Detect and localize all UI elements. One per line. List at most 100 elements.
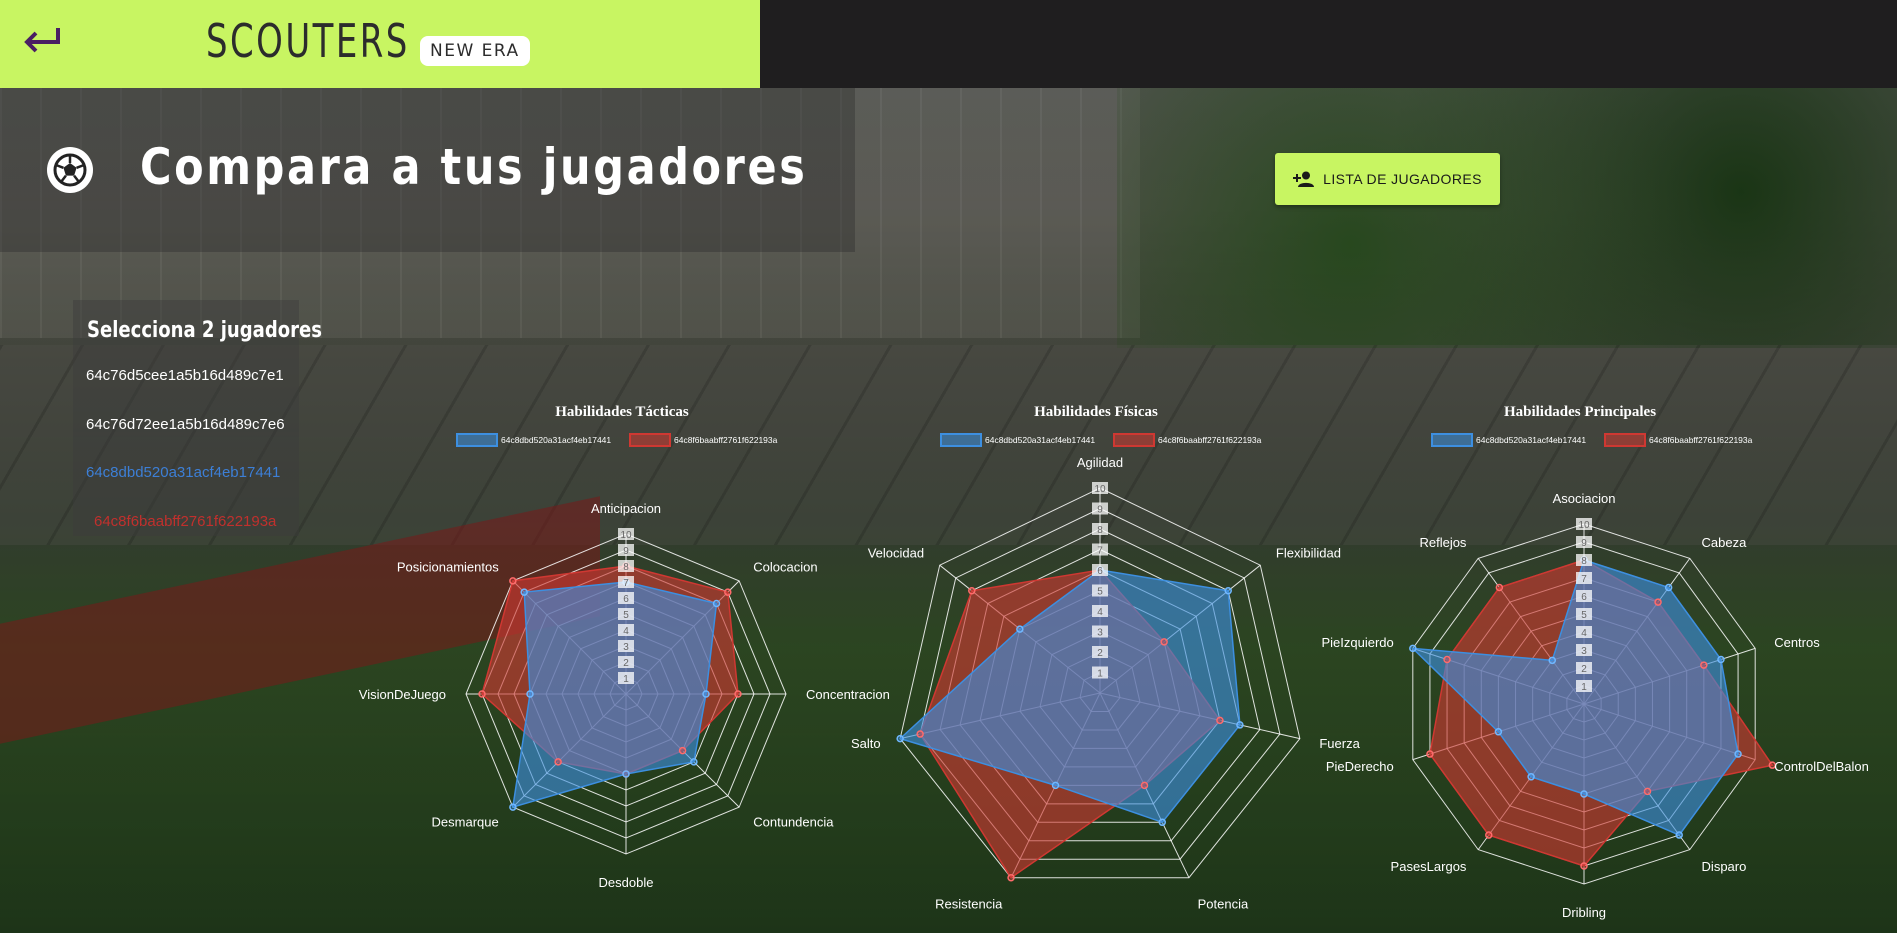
tick-label: 5	[623, 610, 629, 621]
data-point[interactable]	[690, 758, 698, 766]
data-point[interactable]	[1216, 716, 1224, 725]
legend-label[interactable]: 64c8f6baabff2761f622193a	[1649, 435, 1753, 445]
series-area	[898, 569, 1241, 824]
data-point[interactable]	[1580, 862, 1588, 870]
data-point[interactable]	[1160, 638, 1168, 646]
data-point[interactable]	[1527, 773, 1535, 781]
tick-label: 2	[623, 658, 629, 669]
data-point[interactable]	[1485, 831, 1493, 839]
data-point[interactable]	[478, 690, 486, 698]
legend-label[interactable]: 64c8dbd520a31acf4eb17441	[1476, 435, 1586, 445]
data-point[interactable]	[1409, 644, 1417, 653]
tick-label: 5	[1581, 610, 1587, 621]
legend-swatch[interactable]	[1431, 433, 1473, 447]
axis-label: PieDerecho	[1326, 759, 1394, 774]
data-point[interactable]	[1443, 655, 1451, 664]
data-point[interactable]	[509, 577, 517, 585]
data-point[interactable]	[724, 588, 732, 596]
data-point[interactable]	[1158, 818, 1167, 827]
legend-swatch[interactable]	[629, 433, 671, 447]
tick-label: 10	[1094, 484, 1106, 495]
legend-label[interactable]: 64c8dbd520a31acf4eb17441	[501, 435, 611, 445]
legend-swatch[interactable]	[1604, 433, 1646, 447]
tick-label: 9	[1581, 538, 1587, 549]
tick-label: 8	[1097, 525, 1103, 536]
data-point[interactable]	[712, 599, 721, 608]
data-point[interactable]	[1494, 728, 1503, 736]
chart-title: Habilidades Físicas	[1034, 404, 1158, 420]
data-point[interactable]	[678, 746, 687, 755]
data-point[interactable]	[1654, 598, 1662, 606]
axis-label: Velocidad	[868, 546, 924, 561]
legend-label[interactable]: 64c8f6baabff2761f622193a	[1158, 435, 1262, 445]
axis-label: Agilidad	[1077, 455, 1123, 470]
chart-title: Habilidades Principales	[1504, 404, 1656, 420]
legend-swatch[interactable]	[456, 433, 498, 447]
data-point[interactable]	[1224, 586, 1232, 595]
data-point[interactable]	[622, 770, 630, 778]
axis-label: PieIzquierdo	[1322, 635, 1394, 650]
data-point[interactable]	[968, 586, 976, 595]
axis-label: Potencia	[1198, 897, 1249, 912]
data-point[interactable]	[1016, 625, 1024, 633]
tick-label: 1	[1581, 682, 1587, 693]
axis-label: Disparo	[1702, 859, 1747, 874]
axis-label: Salto	[851, 736, 881, 751]
legend-swatch[interactable]	[940, 433, 982, 447]
data-point[interactable]	[1007, 873, 1015, 882]
tick-label: 10	[1578, 520, 1590, 531]
data-point[interactable]	[916, 730, 924, 738]
tick-label: 3	[623, 642, 629, 653]
radar-chart: Habilidades Físicas 64c8dbd520a31acf4eb17…	[851, 404, 1361, 912]
axis-label: Contundencia	[753, 814, 834, 829]
tick-label: 9	[1097, 505, 1103, 516]
radar-charts-area: Habilidades Tácticas 64c8dbd520a31acf4eb1…	[359, 404, 1869, 920]
data-point[interactable]	[554, 758, 562, 766]
tick-label: 2	[1581, 664, 1587, 675]
axis-label: Desmarque	[432, 814, 499, 829]
axis-label: VisionDeJuego	[359, 687, 446, 702]
tick-label: 6	[1581, 592, 1587, 603]
legend-label[interactable]: 64c8f6baabff2761f622193a	[674, 435, 778, 445]
tick-label: 4	[1581, 628, 1587, 639]
data-point[interactable]	[1140, 781, 1149, 790]
tick-label: 3	[1581, 646, 1587, 657]
data-point[interactable]	[734, 690, 742, 698]
legend-swatch[interactable]	[1113, 433, 1155, 447]
axis-label: Concentracion	[806, 687, 890, 702]
data-point[interactable]	[1580, 790, 1588, 798]
data-point[interactable]	[1700, 661, 1708, 669]
axis-label: Posicionamientos	[397, 560, 499, 575]
tick-label: 4	[1097, 607, 1103, 618]
data-point[interactable]	[1548, 656, 1557, 665]
data-point[interactable]	[1495, 583, 1504, 592]
axis-label: Dribling	[1562, 905, 1606, 920]
data-point[interactable]	[1664, 583, 1673, 592]
data-point[interactable]	[702, 690, 710, 698]
chart-title: Habilidades Tácticas	[555, 404, 689, 420]
tick-label: 10	[620, 530, 632, 541]
tick-label: 6	[623, 594, 629, 605]
axis-label: Fuerza	[1319, 736, 1360, 751]
data-point[interactable]	[1734, 750, 1742, 758]
data-point[interactable]	[896, 734, 904, 743]
tick-label: 8	[1581, 556, 1587, 567]
axis-label: Reflejos	[1419, 535, 1466, 550]
axis-label: Cabeza	[1702, 535, 1748, 550]
axis-label: Colocacion	[753, 560, 817, 575]
tick-label: 9	[623, 546, 629, 557]
tick-label: 7	[1097, 546, 1103, 557]
data-point[interactable]	[1717, 655, 1725, 664]
tick-label: 3	[1097, 628, 1103, 639]
data-point[interactable]	[1675, 831, 1683, 839]
axis-label: PasesLargos	[1391, 859, 1467, 874]
legend-label[interactable]: 64c8dbd520a31acf4eb17441	[985, 435, 1095, 445]
data-point[interactable]	[509, 803, 517, 811]
data-point[interactable]	[520, 588, 528, 596]
data-point[interactable]	[1426, 750, 1434, 758]
radar-chart: Habilidades Principales 64c8dbd520a31acf4…	[1322, 404, 1869, 920]
data-point[interactable]	[1643, 787, 1652, 796]
data-point[interactable]	[1051, 781, 1060, 790]
data-point[interactable]	[526, 690, 534, 698]
data-point[interactable]	[1236, 721, 1244, 729]
